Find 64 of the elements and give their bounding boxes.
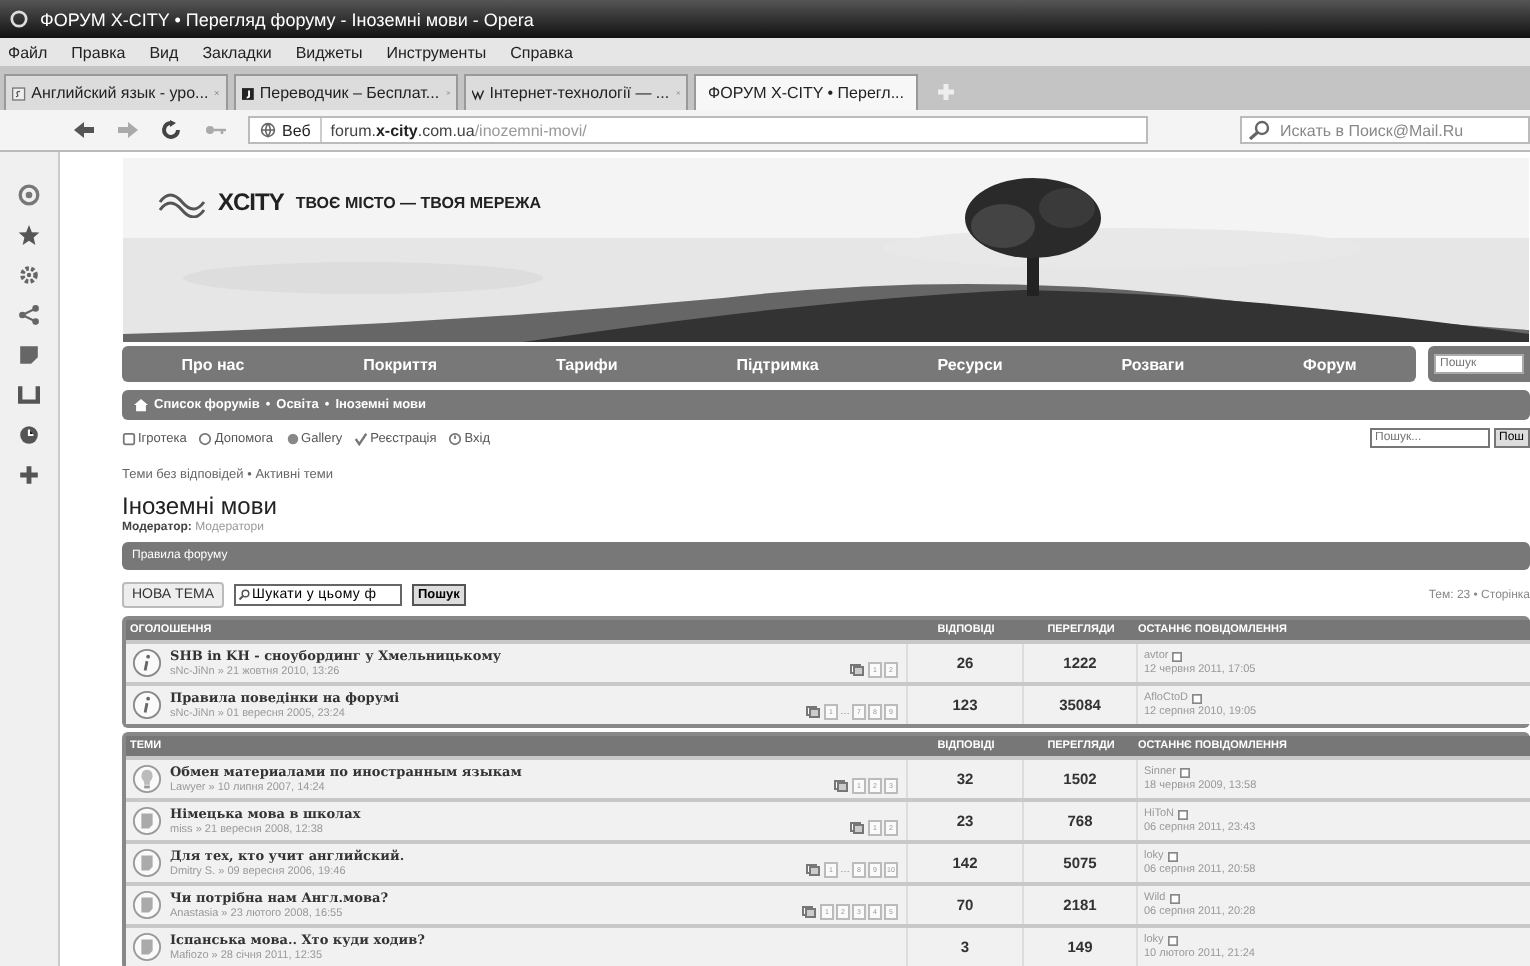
menu-item[interactable]: Справка bbox=[510, 43, 574, 61]
pages-icon bbox=[850, 664, 864, 676]
search-field[interactable]: Искать в Поиск@Mail.Ru bbox=[1240, 116, 1530, 144]
info-icon bbox=[132, 648, 162, 678]
post-icon[interactable] bbox=[1179, 767, 1190, 777]
post-icon[interactable] bbox=[1167, 851, 1178, 861]
nav-link[interactable]: Підтримка bbox=[736, 355, 819, 373]
url-text: forum.x-city.com.ua/inozemni-movi/ bbox=[330, 121, 587, 139]
menu-item[interactable]: Виджеты bbox=[295, 43, 363, 61]
nav-link[interactable]: Тарифи bbox=[555, 355, 618, 373]
history-icon[interactable] bbox=[18, 424, 40, 446]
menu-item[interactable]: Правка bbox=[71, 43, 126, 61]
address-field[interactable]: Веб forum.x-city.com.ua/inozemni-movi/ bbox=[248, 116, 1148, 144]
post-icon[interactable] bbox=[1169, 893, 1180, 903]
nav-link[interactable]: Про нас bbox=[181, 355, 245, 373]
post-icon[interactable] bbox=[1177, 809, 1188, 819]
plus-icon[interactable] bbox=[18, 464, 40, 486]
search-icon bbox=[1248, 120, 1272, 140]
pages-icon bbox=[802, 906, 816, 918]
document-icon bbox=[132, 806, 162, 836]
menu-item[interactable]: Вид bbox=[149, 43, 179, 61]
opera-icon[interactable] bbox=[10, 10, 28, 28]
nav-link[interactable]: Форум bbox=[1303, 355, 1357, 373]
nav-link[interactable]: Розваги bbox=[1121, 355, 1185, 373]
forum-title: Іноземні мови bbox=[122, 492, 279, 520]
pages-icon bbox=[806, 706, 820, 718]
browser-tab[interactable]: Інтернет-технології — ... bbox=[464, 74, 688, 110]
document-icon bbox=[132, 848, 162, 878]
back-icon[interactable] bbox=[72, 120, 96, 140]
menu-item[interactable]: Закладки bbox=[202, 43, 272, 61]
forward-icon[interactable] bbox=[116, 120, 140, 140]
document-icon bbox=[132, 890, 162, 920]
search-icon bbox=[238, 588, 250, 602]
globe-icon bbox=[260, 122, 276, 138]
pages-icon bbox=[806, 864, 820, 876]
post-icon[interactable] bbox=[1167, 935, 1178, 945]
share-icon[interactable] bbox=[18, 304, 40, 326]
info-icon bbox=[132, 690, 162, 720]
reload-icon[interactable] bbox=[160, 120, 184, 140]
post-icon[interactable] bbox=[1192, 693, 1203, 703]
post-icon[interactable] bbox=[1172, 651, 1183, 661]
browser-tab[interactable]: ФОРУМ X-CITY • Перегл... bbox=[694, 74, 918, 110]
star-icon[interactable] bbox=[18, 224, 40, 246]
browser-tab[interactable]: Английский язык - уро... bbox=[4, 74, 228, 110]
browser-tab[interactable]: Переводчик – Бесплат... bbox=[234, 74, 458, 110]
menu-item[interactable]: Файл bbox=[8, 43, 48, 61]
tagline: ТВОЄ МІСТО — ТВОЯ МЕРЕЖА bbox=[295, 193, 541, 211]
logo-text: XCITY bbox=[218, 188, 284, 216]
menu-item[interactable]: Инструменты bbox=[386, 43, 487, 61]
document-icon bbox=[132, 932, 162, 962]
speed-dial-icon[interactable] bbox=[18, 184, 40, 206]
nav-link[interactable]: Покриття bbox=[363, 355, 438, 373]
pages-icon bbox=[834, 780, 848, 792]
home-icon[interactable] bbox=[134, 398, 148, 412]
lightbulb-icon bbox=[132, 764, 162, 794]
gear-icon[interactable] bbox=[18, 264, 40, 286]
site-icon bbox=[12, 83, 26, 103]
nav-link[interactable]: Ресурси bbox=[937, 355, 1003, 373]
pages-icon bbox=[850, 822, 864, 834]
key-icon[interactable] bbox=[204, 120, 228, 140]
web-label: Веб bbox=[282, 121, 311, 139]
site-icon bbox=[242, 83, 254, 103]
note-icon[interactable] bbox=[18, 344, 40, 366]
window-title: ФОРУМ X-CITY • Перегляд форуму - Іноземні мови - Opera bbox=[40, 9, 534, 29]
